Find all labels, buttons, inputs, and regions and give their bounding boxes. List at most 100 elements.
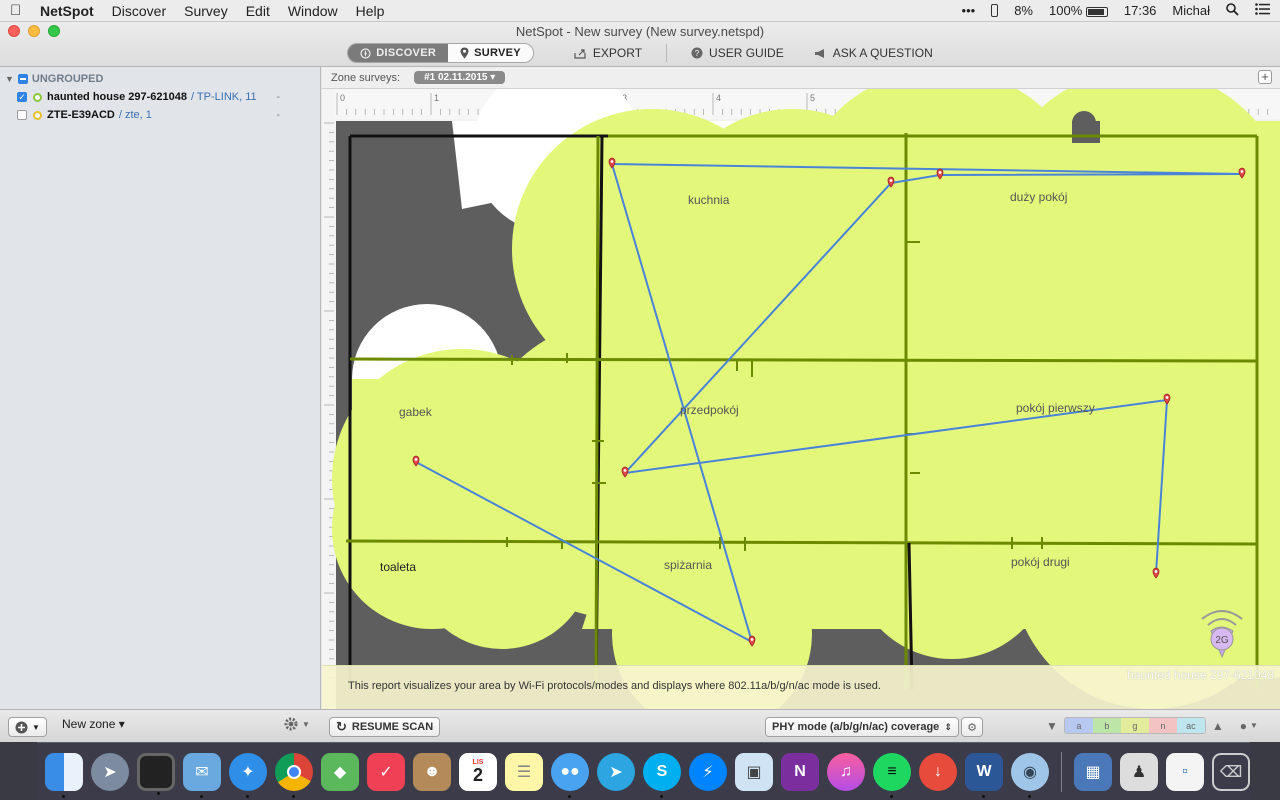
menu-discover[interactable]: Discover (112, 3, 166, 19)
spotify-icon[interactable]: ≡ (873, 752, 911, 798)
group-ungrouped[interactable]: ▼ UNGROUPED (0, 70, 320, 88)
cpu-usage[interactable]: 8% (1014, 3, 1033, 18)
discover-mode-button[interactable]: DISCOVER (348, 44, 449, 62)
menu-survey[interactable]: Survey (184, 3, 228, 19)
phone-icon[interactable] (991, 4, 999, 17)
battery-icon (1085, 6, 1108, 17)
new-zone-menu[interactable]: New zone ▾ (62, 717, 125, 731)
network-row[interactable]: ZTE-E39ACD / zte, 1 - (0, 106, 320, 124)
resume-scan-wrap: ↻ RESUME SCAN (329, 717, 441, 737)
chrome-icon[interactable] (275, 752, 313, 798)
zone-surveys-label: Zone surveys: (331, 71, 401, 84)
launchpad-icon[interactable]: ➤ (91, 752, 129, 791)
settings-menu[interactable]: ▼ (284, 717, 310, 731)
image-thumbnail-icon[interactable]: ♟ (1120, 752, 1158, 791)
user-guide-label: USER GUIDE (709, 46, 784, 60)
heatmap-canvas[interactable]: 0123456789 (322, 89, 1280, 709)
notes-icon[interactable]: ☰ (505, 752, 543, 791)
preview-icon[interactable]: ▣ (735, 752, 773, 791)
network-value: - (276, 91, 280, 103)
info-banner: This report visualizes your area by Wi-F… (322, 665, 1280, 709)
zone-survey-select[interactable]: #1 02.11.2015 ▾ (414, 71, 506, 84)
messenger-icon[interactable]: ⚡ (689, 752, 727, 791)
network-checkbox[interactable]: ✓ (17, 92, 27, 102)
compass-icon (360, 47, 371, 59)
netspot-icon[interactable]: ◉ (1011, 752, 1049, 798)
mail-icon[interactable]: ✉ (183, 752, 221, 798)
add-menu[interactable]: ▼ (8, 717, 47, 737)
window-title: NetSpot - New survey (New survey.netspd) (515, 24, 765, 39)
protocol-pill-a[interactable]: a (1064, 718, 1093, 733)
visualization-options-button[interactable]: ⚙ (961, 717, 983, 737)
downloader-icon[interactable]: ↓ (919, 752, 957, 791)
spotlight-icon[interactable] (1226, 2, 1239, 19)
disclosure-triangle-icon[interactable]: ▼ (5, 74, 14, 84)
network-checkbox[interactable] (17, 110, 27, 120)
photo-viewer-icon[interactable] (137, 752, 175, 795)
menu-window[interactable]: Window (288, 3, 338, 19)
network-row[interactable]: ✓ haunted house 297-621048 / TP-LINK, 11… (0, 88, 320, 106)
apple-icon[interactable]:  (10, 2, 26, 19)
survey-mode-button[interactable]: SURVEY (448, 44, 533, 62)
calendar-icon[interactable]: LIS 2 (459, 752, 497, 791)
survey-map[interactable]: 0123456789 (322, 89, 1280, 709)
downloads-stack-icon[interactable]: ▫ (1166, 752, 1204, 791)
location-pin-icon[interactable]: ● (1240, 719, 1247, 733)
telegram-icon[interactable]: ➤ (597, 752, 635, 791)
pin-dot (889, 179, 893, 182)
export-icon (574, 48, 586, 59)
pin-dot (750, 638, 754, 641)
thumbs-up-icon[interactable]: ▲ (1212, 719, 1224, 733)
notification-center-icon[interactable] (1255, 3, 1270, 18)
menu-help[interactable]: Help (356, 3, 385, 19)
pin-dot (1154, 570, 1158, 573)
add-zone-button[interactable]: + (1258, 70, 1272, 84)
menu-app-name[interactable]: NetSpot (40, 3, 94, 19)
survey-main: Zone surveys: #1 02.11.2015 ▾ + 01234567… (322, 67, 1280, 709)
thumbs-down-icon[interactable]: ▼ (1046, 719, 1058, 733)
network-vendor: / zte, 1 (118, 109, 152, 121)
ruler-left (322, 89, 334, 709)
survey-label: SURVEY (474, 47, 521, 59)
itunes-icon[interactable]: ♫ (827, 752, 865, 791)
messages-icon[interactable]: ●● (551, 752, 589, 798)
chevron-down-icon[interactable]: ▼ (1250, 721, 1258, 730)
network-vendor: / TP-LINK, 11 (191, 91, 257, 103)
protocol-pill-ac[interactable]: ac (1176, 718, 1205, 733)
user-name[interactable]: Michał (1172, 3, 1210, 18)
ask-question-button[interactable]: ASK A QUESTION (814, 46, 933, 60)
contacts-icon[interactable]: ☻ (413, 752, 451, 791)
protocol-pill-n[interactable]: n (1148, 718, 1177, 733)
clock[interactable]: 17:36 (1124, 3, 1157, 18)
protocol-pill-g[interactable]: g (1120, 718, 1149, 733)
dock-separator (1061, 751, 1062, 792)
zone-survey-value: #1 02.11.2015 (424, 72, 488, 83)
chevron-down-icon: ▼ (302, 719, 310, 729)
battery-status[interactable]: 100% (1049, 3, 1108, 18)
protocol-pill-b[interactable]: b (1092, 718, 1121, 733)
gear-small-icon: ⚙ (967, 721, 977, 734)
group-checkbox[interactable] (17, 74, 28, 84)
onenote-icon[interactable]: N (781, 752, 819, 791)
more-icon[interactable]: ••• (962, 3, 976, 18)
pocket-icon[interactable]: ✓ (367, 752, 405, 791)
status-area: ••• 8% 100% 17:36 Michał (962, 2, 1270, 19)
bottom-bar: ▼ New zone ▾ ▼ ↻ RESUME SCAN PHY mode (a… (0, 709, 1280, 742)
pin-dot (623, 469, 627, 472)
room-label: toaleta (380, 560, 416, 574)
visualization-select[interactable]: PHY mode (a/b/g/n/ac) coverage ⇕ (765, 717, 959, 737)
skype-icon[interactable]: S (643, 752, 681, 798)
svg-text:?: ? (695, 49, 700, 58)
feedly-icon[interactable]: ◆ (321, 752, 359, 791)
trash-icon[interactable]: ⌫ (1212, 752, 1250, 791)
document-thumbnail-icon[interactable]: ▦ (1074, 752, 1112, 791)
menu-edit[interactable]: Edit (246, 3, 270, 19)
word-icon[interactable]: W (965, 752, 1003, 798)
user-guide-button[interactable]: ? USER GUIDE (691, 46, 784, 60)
add-button[interactable]: ▼ (8, 717, 47, 737)
finder-icon[interactable] (45, 752, 83, 798)
safari-icon[interactable]: ✦ (229, 752, 267, 798)
export-button[interactable]: EXPORT (574, 46, 642, 60)
resume-scan-button[interactable]: ↻ RESUME SCAN (329, 717, 441, 737)
calendar-day: 2 (472, 765, 483, 785)
